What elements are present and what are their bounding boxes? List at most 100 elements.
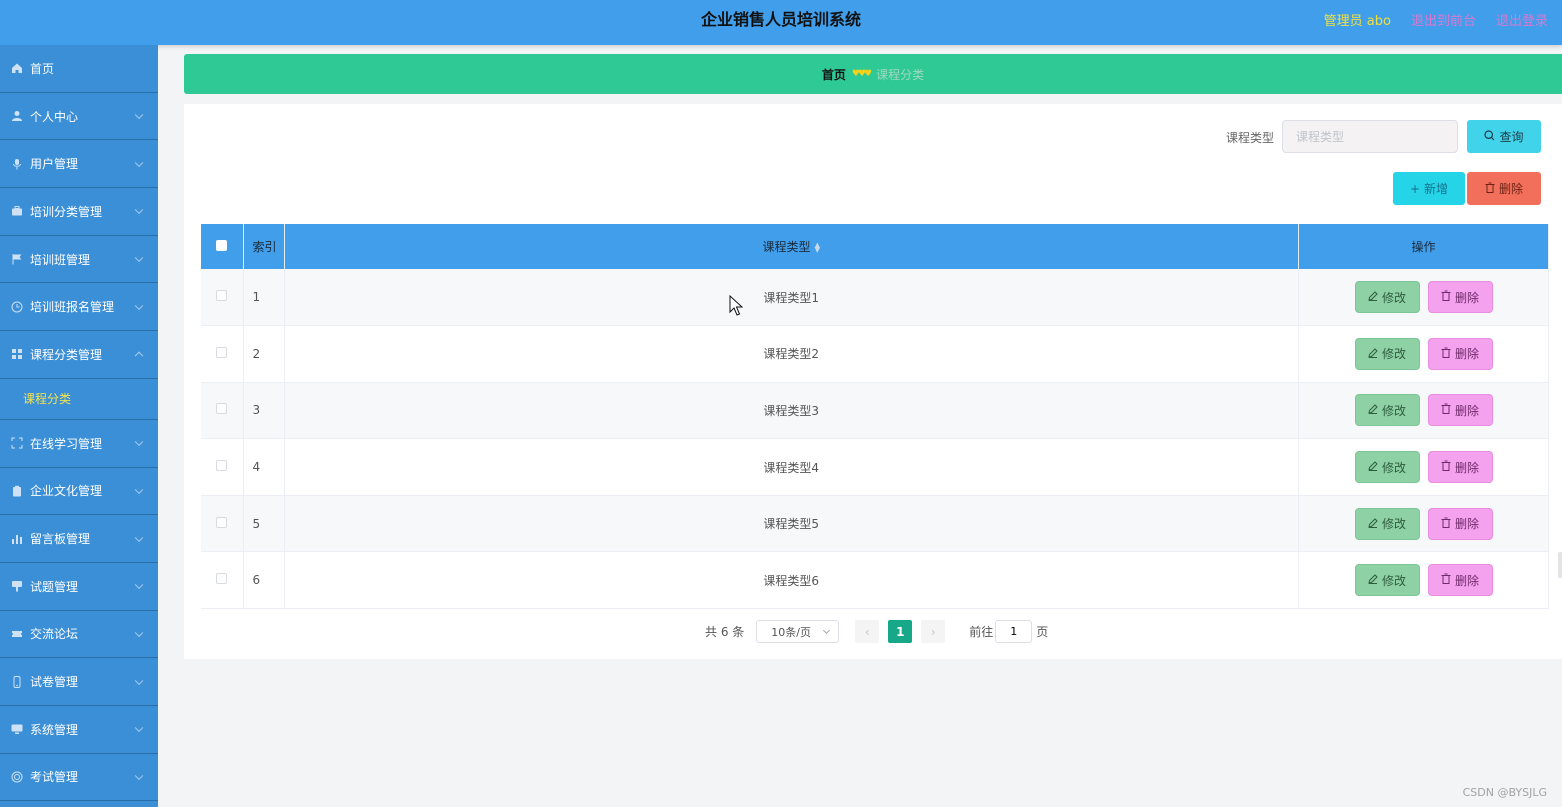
row-checkbox-cell[interactable] [201, 382, 244, 440]
select-all-header[interactable] [201, 224, 244, 269]
row-checkbox-cell[interactable] [201, 551, 244, 610]
course-type-table: 索引 课程类型 ▲ ▼ 操作 1 课程类型1 修改 删除 2 课程类型2 修改 删除 3 课程类型3 修… [201, 224, 1549, 610]
chevron-down-icon [134, 723, 144, 733]
row-checkbox-cell[interactable] [201, 325, 244, 383]
select-all-checkbox[interactable] [216, 239, 228, 251]
row-checkbox[interactable] [216, 403, 228, 415]
pencil-icon [1368, 403, 1378, 417]
delete-button-label: 删除 [1454, 290, 1479, 305]
row-actions: 修改 删除 [1299, 337, 1548, 370]
row-operations: 修改 删除 [1298, 382, 1549, 440]
table-row: 5 课程类型5 修改 删除 [201, 495, 1549, 553]
row-checkbox[interactable] [216, 573, 228, 585]
pencil-icon [1368, 460, 1378, 474]
goto-suffix: 页 [1036, 625, 1049, 639]
breadcrumb-home[interactable]: 首页 [822, 66, 846, 83]
table-header-row: 索引 课程类型 ▲ ▼ 操作 [201, 224, 1549, 269]
sidebar-item-label: 企业文化管理 [30, 484, 103, 499]
sidebar-item-questions[interactable]: 试题管理 [0, 563, 158, 611]
sidebar-item-system[interactable]: 系统管理 [0, 706, 158, 754]
sidebar-item-exams[interactable]: 考试管理 [0, 754, 158, 802]
goto-page-input[interactable] [995, 620, 1033, 643]
trash-icon [1441, 460, 1451, 474]
edit-button-label: 修改 [1381, 403, 1406, 418]
course-type-header[interactable]: 课程类型 ▲ ▼ [284, 224, 1299, 269]
sidebar-item-online-learning[interactable]: 在线学习管理 [0, 420, 158, 468]
delete-button[interactable]: 删除 [1427, 337, 1493, 370]
row-checkbox-cell[interactable] [201, 495, 244, 553]
mic-icon [10, 157, 24, 171]
row-checkbox-cell[interactable] [201, 269, 244, 327]
chevron-down-icon [134, 628, 144, 637]
edit-button[interactable]: 修改 [1354, 394, 1420, 427]
row-checkbox-cell[interactable] [201, 438, 244, 496]
sidebar-item-label: 交流论坛 [30, 627, 79, 642]
pencil-icon [1368, 517, 1378, 531]
row-checkbox[interactable] [216, 516, 228, 528]
sidebar-item-users[interactable]: 用户管理 [0, 140, 158, 189]
row-checkbox[interactable] [216, 460, 228, 472]
chevron-down-icon [823, 626, 831, 635]
sidebar-item-label: 培训班报名管理 [30, 300, 115, 315]
sort-icon[interactable]: ▲ ▼ [815, 241, 820, 253]
search-icon [1484, 129, 1495, 144]
sidebar-item-forum[interactable]: 交流论坛 [0, 611, 158, 659]
stamp-icon [10, 579, 24, 593]
next-page-button[interactable]: › [921, 620, 946, 643]
delete-button-label: 删除 [1454, 460, 1479, 475]
page-size-select[interactable]: 10条/页 [756, 620, 840, 643]
batch-delete-button[interactable]: 删除 [1467, 172, 1541, 205]
delete-button[interactable]: 删除 [1427, 564, 1493, 597]
edit-button[interactable]: 修改 [1354, 337, 1420, 370]
page-number-button[interactable]: 1 [888, 620, 913, 643]
prev-page-button[interactable]: ‹ [855, 620, 880, 643]
row-course-type: 课程类型3 [284, 382, 1299, 440]
sidebar-item-label: 个人中心 [30, 109, 79, 124]
delete-button[interactable]: 删除 [1427, 394, 1493, 427]
pencil-icon [1368, 573, 1378, 587]
sidebar-item-papers[interactable]: 试卷管理 [0, 658, 158, 706]
scrollbar[interactable] [1558, 552, 1562, 578]
row-course-type: 课程类型6 [284, 551, 1299, 610]
row-checkbox[interactable] [216, 346, 228, 358]
chevron-down-icon [134, 676, 144, 685]
sidebar-item-label: 培训分类管理 [30, 204, 103, 219]
delete-button[interactable]: 删除 [1427, 507, 1493, 540]
briefcase-icon [10, 204, 24, 218]
sidebar-item-enrollment[interactable]: 培训班报名管理 [0, 283, 158, 332]
sidebar-item-profile[interactable]: 个人中心 [0, 93, 158, 141]
edit-button[interactable]: 修改 [1354, 564, 1420, 597]
submenu-item-course-type[interactable]: 课程分类 [0, 378, 158, 420]
edit-button[interactable]: 修改 [1354, 507, 1420, 540]
breadcrumb-current: 课程分类 [876, 67, 925, 82]
table-row: 6 课程类型6 修改 删除 [201, 551, 1549, 610]
delete-button-label: 删除 [1454, 573, 1479, 588]
edit-button[interactable]: 修改 [1354, 451, 1420, 484]
chevron-down-icon [134, 485, 144, 494]
sidebar-item-message-board[interactable]: 留言板管理 [0, 515, 158, 563]
exit-to-front-link[interactable]: 退出到前台 [1411, 10, 1476, 29]
row-checkbox[interactable] [216, 290, 228, 302]
logout-link[interactable]: 退出登录 [1496, 10, 1548, 29]
chevron-down-icon [134, 301, 144, 310]
table-row: 1 课程类型1 修改 删除 [201, 269, 1549, 327]
row-course-type: 课程类型5 [284, 495, 1299, 553]
sidebar-item-label: 在线学习管理 [30, 436, 103, 451]
add-button[interactable]: + 新增 [1393, 172, 1465, 205]
row-index: 3 [243, 382, 285, 440]
delete-button[interactable]: 删除 [1427, 451, 1493, 484]
sidebar-item-training-category[interactable]: 培训分类管理 [0, 188, 158, 236]
sidebar-item-label: 试题管理 [30, 579, 79, 594]
edit-button-label: 修改 [1381, 460, 1406, 475]
sidebar-item-training-class[interactable]: 培训班管理 [0, 236, 158, 284]
edit-button[interactable]: 修改 [1354, 281, 1420, 314]
breadcrumb: 首页 ♥♥♥ 课程分类 [184, 54, 1562, 94]
sidebar-item-home[interactable]: 首页 [0, 45, 158, 93]
sidebar-item-course-category[interactable]: 课程分类管理 [0, 331, 158, 379]
sidebar-item-culture[interactable]: 企业文化管理 [0, 468, 158, 516]
query-button[interactable]: 查询 [1467, 120, 1541, 153]
course-type-search-input[interactable] [1282, 120, 1458, 153]
clipboard-icon [10, 484, 24, 498]
delete-button[interactable]: 删除 [1427, 281, 1493, 314]
home-icon [10, 61, 24, 75]
